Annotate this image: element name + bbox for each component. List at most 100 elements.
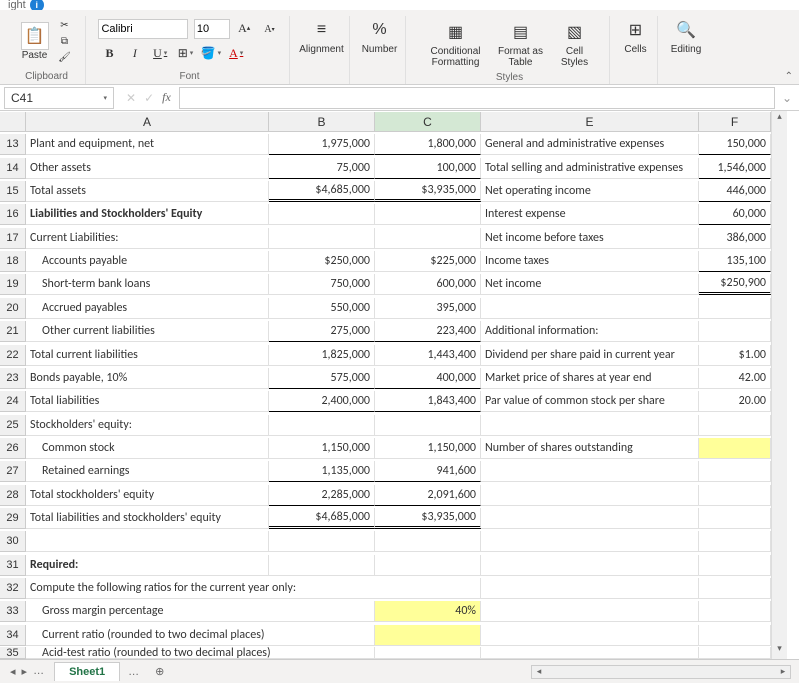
cell[interactable]: Total stockholders' equity (26, 485, 269, 506)
row-header[interactable]: 27 (0, 461, 26, 482)
editing-button[interactable]: 🔍 Editing (665, 16, 707, 57)
alignment-button[interactable]: ≡ Alignment (292, 16, 352, 57)
sheet-tab[interactable]: Sheet1 (54, 662, 120, 681)
cell[interactable]: Total current liabilities (26, 345, 269, 366)
fx-icon[interactable]: fx (162, 90, 171, 105)
cell[interactable]: 1,800,000 (375, 134, 481, 155)
cells-button[interactable]: ⊞ Cells (617, 16, 655, 57)
cell[interactable] (699, 531, 771, 552)
italic-button[interactable]: I (124, 43, 146, 63)
cell[interactable]: 2,285,000 (269, 485, 375, 506)
row-header[interactable]: 22 (0, 345, 26, 366)
cell[interactable] (481, 531, 699, 552)
cell[interactable]: 1,443,400 (375, 345, 481, 366)
format-painter-icon[interactable]: 🖌 (57, 50, 73, 64)
cell[interactable] (699, 625, 771, 646)
vertical-scrollbar[interactable]: ▴ ▾ (771, 111, 787, 659)
cell[interactable]: 275,000 (269, 321, 375, 342)
row-header[interactable]: 13 (0, 134, 26, 155)
cell[interactable]: Net income (481, 274, 699, 295)
cell[interactable] (481, 298, 699, 319)
cell[interactable]: Total assets (26, 181, 269, 202)
cell[interactable] (699, 321, 771, 342)
cell[interactable]: Liabilities and Stockholders' Equity (26, 204, 269, 225)
cell[interactable]: Other current liabilities (26, 321, 269, 342)
row-header[interactable]: 26 (0, 438, 26, 459)
cell[interactable]: 42.00 (699, 368, 771, 389)
cell[interactable]: 150,000 (699, 134, 771, 155)
cell[interactable] (699, 461, 771, 482)
cell[interactable] (699, 508, 771, 529)
tab-menu[interactable]: … (120, 666, 147, 678)
row-header[interactable]: 18 (0, 251, 26, 272)
cell[interactable]: 2,091,600 (375, 485, 481, 506)
row-header[interactable]: 28 (0, 485, 26, 506)
conditional-formatting-button[interactable]: ▦ Conditional Formatting (423, 18, 489, 70)
cell[interactable]: Dividend per share paid in current year (481, 345, 699, 366)
cell[interactable]: 1,825,000 (269, 345, 375, 366)
cell[interactable]: 575,000 (269, 368, 375, 389)
cell[interactable]: $3,935,000 (375, 508, 481, 529)
column-header-A[interactable]: A (26, 112, 269, 132)
row-header[interactable]: 34 (0, 625, 26, 646)
borders-button[interactable]: ⊞▾ (175, 43, 197, 63)
spreadsheet-grid[interactable]: ABCEF13Plant and equipment, net1,975,000… (0, 111, 771, 659)
cell[interactable]: 386,000 (699, 228, 771, 249)
cell[interactable]: $4,685,000 (269, 181, 375, 202)
cell[interactable] (269, 555, 375, 576)
cell[interactable]: Bonds payable, 10% (26, 368, 269, 389)
cell[interactable]: 941,600 (375, 461, 481, 482)
row-header[interactable]: 35 (0, 647, 26, 659)
cell[interactable] (481, 461, 699, 482)
cell[interactable]: Total liabilities and stockholders' equi… (26, 508, 269, 529)
chevron-down-icon[interactable]: ▾ (103, 94, 107, 102)
cell[interactable]: Additional information: (481, 321, 699, 342)
cell[interactable] (699, 555, 771, 576)
tab-nav-more[interactable]: … (33, 665, 44, 678)
cell[interactable] (375, 625, 481, 646)
cell[interactable] (26, 531, 269, 552)
bold-button[interactable]: B (98, 43, 120, 63)
cell[interactable]: Net operating income (481, 181, 699, 202)
row-header[interactable]: 16 (0, 204, 26, 225)
row-header[interactable]: 17 (0, 228, 26, 249)
cell[interactable] (375, 415, 481, 436)
cell[interactable]: 400,000 (375, 368, 481, 389)
row-header[interactable]: 25 (0, 415, 26, 436)
cell[interactable] (269, 228, 375, 249)
cell[interactable] (481, 485, 699, 506)
cell[interactable]: Gross margin percentage (26, 601, 375, 622)
cell-styles-button[interactable]: ▧ Cell Styles (553, 18, 597, 70)
cell[interactable]: Interest expense (481, 204, 699, 225)
cell[interactable]: 60,000 (699, 204, 771, 225)
cell[interactable]: 1,150,000 (375, 438, 481, 459)
cell[interactable] (269, 531, 375, 552)
cell[interactable]: Current Liabilities: (26, 228, 269, 249)
cell[interactable] (699, 485, 771, 506)
cell[interactable] (699, 438, 771, 459)
cell[interactable]: Number of shares outstanding (481, 438, 699, 459)
cell[interactable]: Retained earnings (26, 461, 269, 482)
cell[interactable] (269, 204, 375, 225)
cell[interactable] (481, 647, 699, 659)
row-header[interactable]: 21 (0, 321, 26, 342)
cell[interactable] (481, 415, 699, 436)
cell[interactable] (481, 508, 699, 529)
cell[interactable]: 1,546,000 (699, 158, 771, 179)
cell[interactable]: Par value of common stock per share (481, 391, 699, 412)
cell[interactable]: Total selling and administrative expense… (481, 158, 699, 179)
name-box[interactable]: C41 ▾ (4, 87, 114, 109)
cell[interactable]: 40% (375, 601, 481, 622)
font-name-select[interactable] (98, 19, 188, 39)
cell[interactable]: $4,685,000 (269, 508, 375, 529)
underline-button[interactable]: U▾ (149, 43, 171, 63)
row-header[interactable]: 14 (0, 158, 26, 179)
cell[interactable]: 75,000 (269, 158, 375, 179)
cut-icon[interactable]: ✂ (57, 18, 73, 32)
cell[interactable]: 395,000 (375, 298, 481, 319)
row-header[interactable]: 29 (0, 508, 26, 529)
scroll-down-icon[interactable]: ▾ (772, 643, 787, 659)
cell[interactable]: Stockholders' equity: (26, 415, 269, 436)
cell[interactable] (269, 415, 375, 436)
row-header[interactable]: 31 (0, 555, 26, 576)
